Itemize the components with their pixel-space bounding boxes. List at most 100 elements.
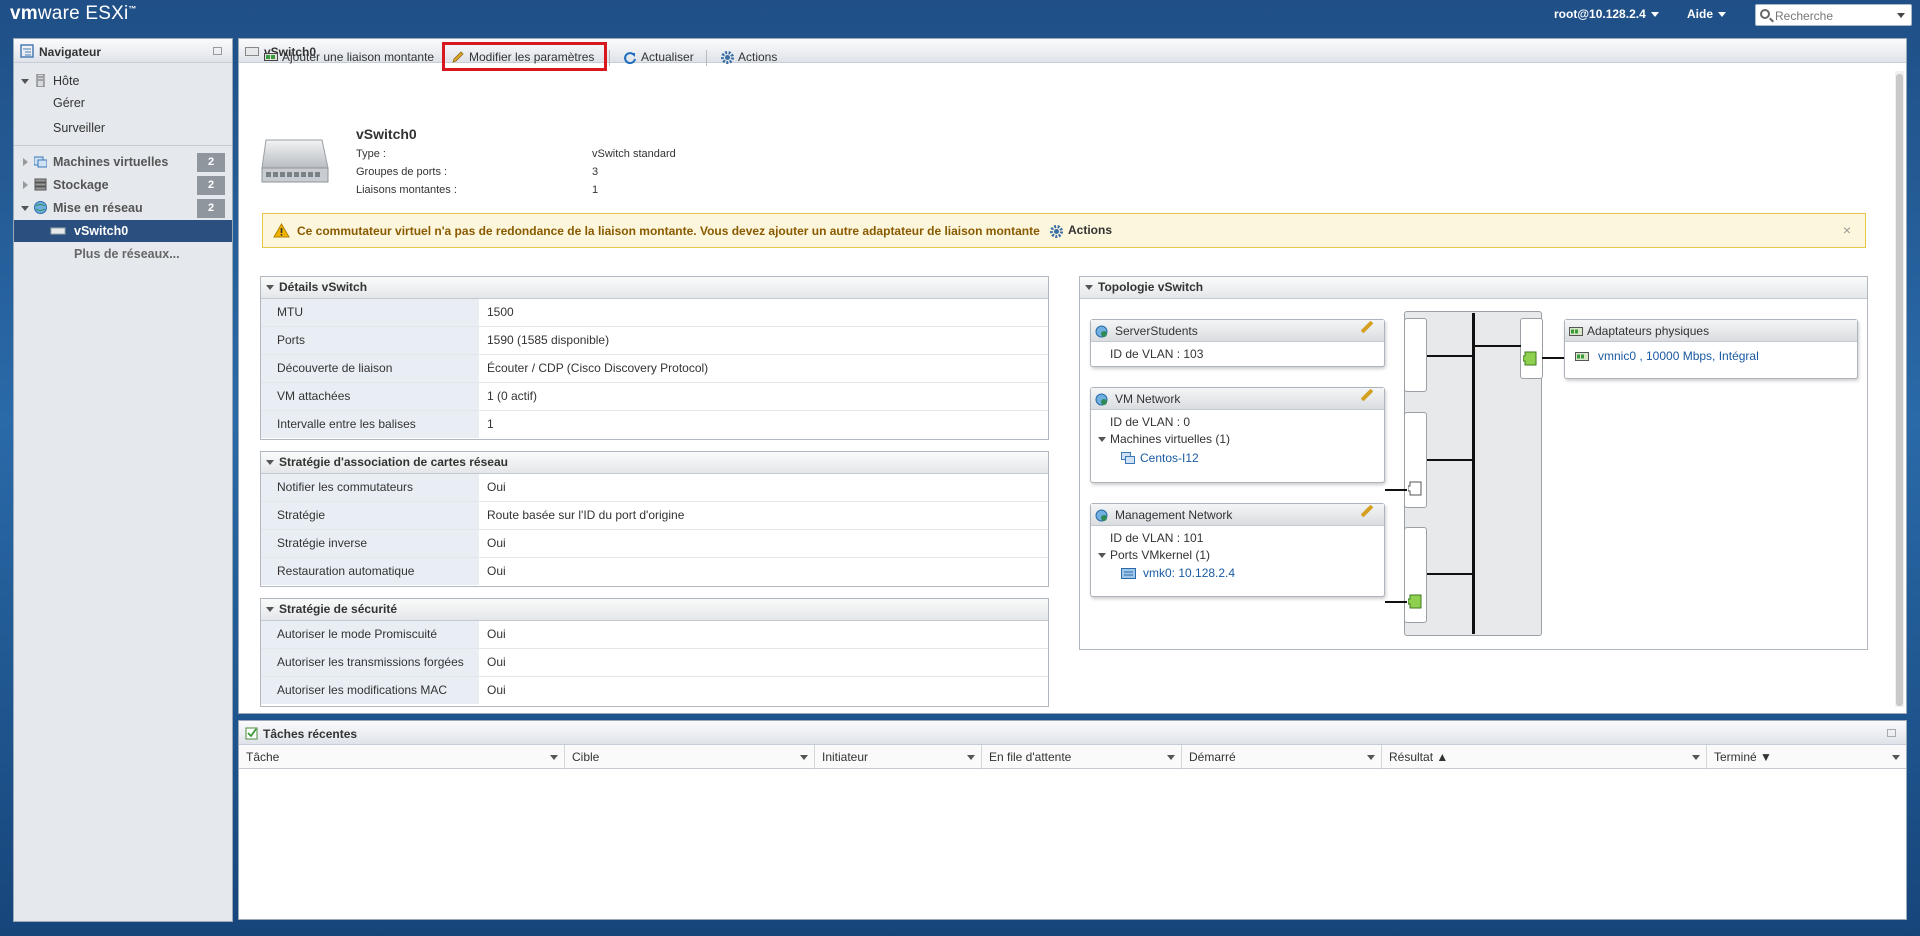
portgroup-header: ServerStudents — [1091, 320, 1384, 342]
row-key: Découverte de liaison — [261, 355, 479, 382]
portgroup-vm-network[interactable]: VM Network ID de VLAN : 0 Machines virtu… — [1090, 387, 1385, 483]
virtual-machine-icon — [1121, 452, 1135, 464]
collapse-icon[interactable] — [1085, 285, 1093, 290]
user-menu[interactable]: root@10.128.2.4 — [1554, 7, 1659, 21]
portgroup-header: VM Network — [1091, 388, 1384, 410]
nav-more-networks[interactable]: Plus de réseaux... — [14, 243, 232, 265]
column-task[interactable]: Tâche — [239, 745, 565, 769]
nav-networking[interactable]: Mise en réseau 2 — [14, 197, 232, 219]
portgroups-label: Groupes de ports : — [356, 166, 448, 178]
add-uplink-button[interactable]: Ajouter une liaison montante — [264, 46, 434, 68]
row-key: Stratégie inverse — [261, 530, 479, 557]
actions-label: Actions — [738, 50, 778, 64]
main-scrollbar[interactable] — [1895, 71, 1904, 707]
vswitch-icon — [245, 47, 259, 56]
column-initiator[interactable]: Initiateur — [815, 745, 982, 769]
expand-icon[interactable] — [21, 206, 29, 211]
topology-line — [1385, 601, 1407, 603]
nav-virtual-machines[interactable]: Machines virtuelles 2 — [14, 151, 232, 173]
collapse-icon[interactable] — [213, 47, 222, 55]
virtual-machines-group[interactable]: Machines virtuelles (1) — [1098, 432, 1230, 446]
scrollbar-thumb[interactable] — [1896, 74, 1903, 706]
column-result[interactable]: Résultat ▲ — [1382, 745, 1707, 769]
vlan-id: ID de VLAN : 103 — [1110, 347, 1204, 361]
logo-ware: ware — [37, 3, 80, 24]
virtual-machines-icon — [34, 156, 47, 168]
collapse-icon[interactable] — [1098, 437, 1106, 442]
user-label: root@10.128.2.4 — [1554, 7, 1646, 21]
help-menu[interactable]: Aide — [1687, 7, 1727, 21]
column-label: Terminé ▼ — [1714, 750, 1772, 764]
details-row: Découverte de liaison Écouter / CDP (Cisc… — [261, 355, 1048, 383]
portgroup-name: VM Network — [1115, 392, 1181, 406]
chevron-down-icon[interactable] — [1892, 755, 1900, 760]
column-completed[interactable]: Terminé ▼ — [1707, 745, 1906, 769]
nav-manage[interactable]: Gérer — [14, 92, 232, 114]
chevron-down-icon[interactable] — [1897, 13, 1905, 18]
row-value: Oui — [487, 655, 506, 669]
vswitch-details-header[interactable]: Détails vSwitch — [261, 277, 1048, 299]
topology-header[interactable]: Topologie vSwitch — [1080, 277, 1867, 299]
warning-text: Ce commutateur virtuel n'a pas de redond… — [297, 224, 1040, 238]
collapse-icon[interactable] — [266, 607, 274, 612]
collapse-icon[interactable] — [1887, 729, 1896, 737]
chevron-down-icon[interactable] — [1167, 755, 1175, 760]
row-key: Autoriser les transmissions forgées — [261, 649, 479, 676]
warning-icon — [273, 223, 290, 238]
nic-teaming-header[interactable]: Stratégie d'association de cartes réseau — [261, 452, 1048, 474]
physical-nic-icon — [1569, 327, 1583, 336]
collapse-icon[interactable] — [266, 285, 274, 290]
pencil-icon[interactable] — [1360, 320, 1374, 334]
search-input[interactable]: Recherche — [1755, 4, 1912, 26]
physical-nic-icon — [1575, 352, 1589, 361]
help-label: Aide — [1687, 7, 1714, 21]
teaming-row: Stratégie Route basée sur l'ID du port d'… — [261, 502, 1048, 530]
collapse-icon[interactable] — [266, 460, 274, 465]
column-started[interactable]: Démarré — [1182, 745, 1382, 769]
row-value: Oui — [487, 564, 506, 578]
refresh-button[interactable]: Actualiser — [623, 46, 694, 68]
expand-icon[interactable] — [23, 158, 28, 166]
nav-storage[interactable]: Stockage 2 — [14, 174, 232, 196]
vmkernel-ports-group[interactable]: Ports VMkernel (1) — [1098, 548, 1210, 562]
topology-line — [1427, 459, 1474, 461]
portgroup-serverstudents[interactable]: ServerStudents ID de VLAN : 103 — [1090, 319, 1385, 367]
chevron-down-icon[interactable] — [1367, 755, 1375, 760]
column-label: Initiateur — [822, 750, 869, 764]
nav-vswitch0[interactable]: vSwitch0 — [14, 220, 232, 242]
nav-monitor[interactable]: Surveiller — [14, 117, 232, 139]
physical-adapters-box[interactable]: Adaptateurs physiques vmnic0 , 10000 Mbp… — [1564, 319, 1858, 379]
column-label: Cible — [572, 750, 600, 764]
nav-monitor-label: Surveiller — [53, 121, 106, 135]
expand-icon[interactable] — [23, 181, 28, 189]
vmware-esxi-logo: vmware ESXi™ — [10, 3, 137, 25]
column-label: En file d'attente — [989, 750, 1072, 764]
security-policy-header[interactable]: Stratégie de sécurité — [261, 599, 1048, 621]
nav-divider — [14, 145, 232, 146]
column-target[interactable]: Cible — [565, 745, 815, 769]
security-policy-panel: Stratégie de sécurité Autoriser le mode … — [260, 598, 1049, 707]
pencil-icon[interactable] — [1360, 504, 1374, 518]
expand-icon[interactable] — [21, 79, 29, 84]
portgroup-management-network[interactable]: Management Network ID de VLAN : 101 Port… — [1090, 503, 1385, 597]
nav-networking-label: Mise en réseau — [53, 201, 143, 215]
logo-tm: ™ — [128, 4, 137, 14]
chevron-down-icon[interactable] — [1692, 755, 1700, 760]
actions-button[interactable]: Actions — [720, 46, 777, 68]
row-value: Oui — [487, 627, 506, 641]
nic-teaming-title: Stratégie d'association de cartes réseau — [279, 455, 508, 469]
chevron-down-icon[interactable] — [967, 755, 975, 760]
vswitch-bus — [1472, 313, 1475, 634]
column-queued[interactable]: En file d'attente — [982, 745, 1182, 769]
nic-teaming-panel: Stratégie d'association de cartes réseau… — [260, 451, 1049, 587]
close-icon[interactable]: × — [1843, 222, 1851, 238]
nav-host[interactable]: Hôte — [14, 70, 232, 92]
row-key: Notifier les commutateurs — [261, 474, 479, 501]
pencil-icon[interactable] — [1360, 388, 1374, 402]
storage-icon — [34, 178, 47, 191]
chevron-down-icon[interactable] — [800, 755, 808, 760]
chevron-down-icon[interactable] — [550, 755, 558, 760]
highlight-box — [442, 42, 607, 71]
collapse-icon[interactable] — [1098, 553, 1106, 558]
row-value: 1 — [487, 417, 494, 431]
